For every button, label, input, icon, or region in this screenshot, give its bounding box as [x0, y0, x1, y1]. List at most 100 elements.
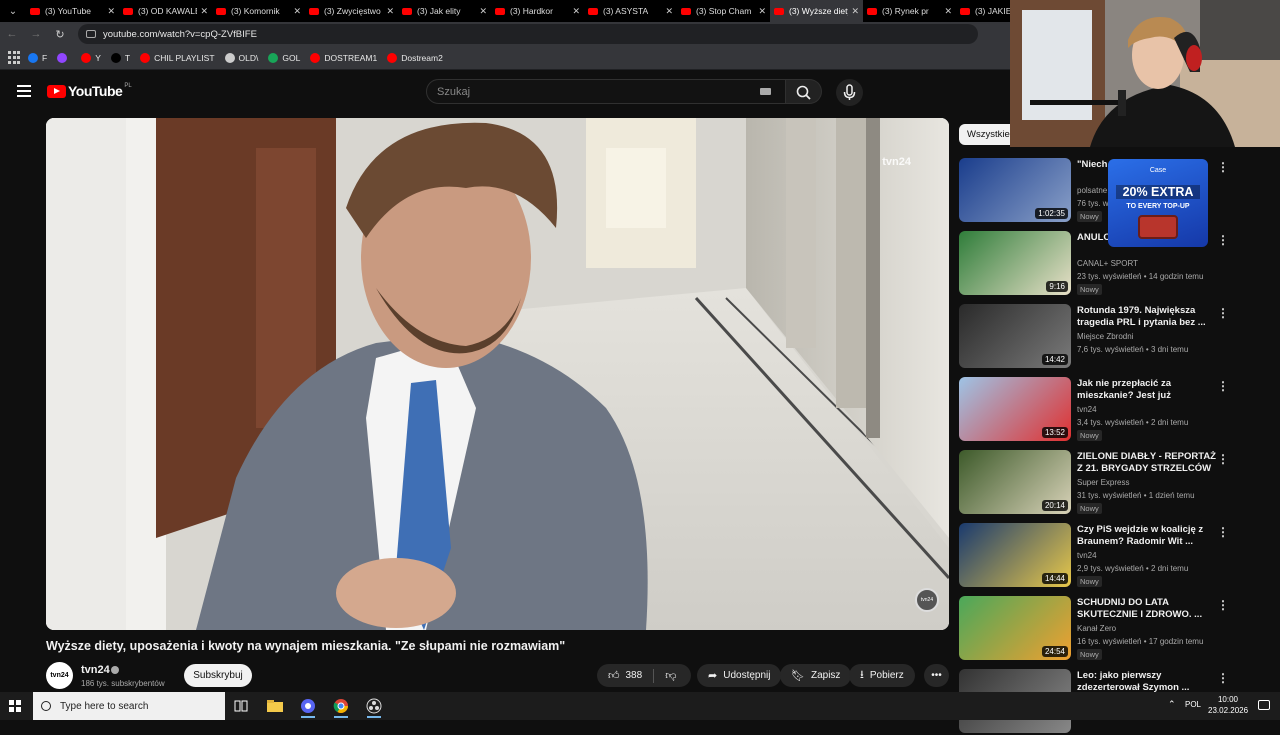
- back-arrow-icon[interactable]: ←: [0, 28, 24, 40]
- share-button[interactable]: ➦ Udostępnij: [697, 664, 782, 687]
- like-button[interactable]: 👍︎ 388: [597, 664, 653, 687]
- browser-tab[interactable]: (3) OD KAWALERA✕: [119, 0, 212, 22]
- file-explorer-icon[interactable]: [264, 696, 286, 716]
- bookmark-item[interactable]: CHIL PLAYLIST: [140, 52, 215, 63]
- video-thumbnail[interactable]: 1:02:35: [959, 158, 1071, 222]
- browser-tab[interactable]: (3) Jak elity ✕: [398, 0, 491, 22]
- menu-hamburger-icon[interactable]: [17, 85, 31, 97]
- close-tab-icon[interactable]: ✕: [665, 6, 673, 17]
- bookmark-item[interactable]: Y: [81, 52, 101, 63]
- input-language[interactable]: POL: [1185, 700, 1201, 709]
- taskbar-search[interactable]: Type here to search: [33, 692, 225, 720]
- bookmark-item[interactable]: F: [28, 52, 47, 63]
- more-vertical-icon[interactable]: ⋮: [1217, 525, 1229, 539]
- more-actions-button[interactable]: •••: [924, 664, 949, 687]
- video-thumbnail[interactable]: 13:52: [959, 377, 1071, 441]
- recommended-video-title[interactable]: ZIELONE DIABŁY - REPORTAŻ Z 21. BRYGADY …: [1077, 451, 1217, 475]
- recommended-video-title[interactable]: Leo: jako pierwszy zdezerterował Szymon …: [1077, 670, 1217, 694]
- reload-icon[interactable]: ↻: [48, 28, 72, 41]
- recommended-channel-name[interactable]: Super Express: [1077, 478, 1129, 487]
- bookmark-item[interactable]: [57, 52, 71, 63]
- dislike-button[interactable]: 👎︎: [654, 664, 687, 687]
- recommended-channel-name[interactable]: Miejsce Zbrodni: [1077, 332, 1133, 341]
- bookmark-item[interactable]: Dostream2: [387, 52, 443, 63]
- streaming-app-icon[interactable]: [297, 696, 319, 718]
- close-tab-icon[interactable]: ✕: [572, 6, 580, 17]
- video-thumbnail[interactable]: 14:42: [959, 304, 1071, 368]
- recommended-channel-name[interactable]: tvn24: [1077, 551, 1097, 560]
- site-info-icon[interactable]: [86, 30, 96, 38]
- video-player[interactable]: tvn24 tvn24: [46, 118, 949, 630]
- browser-tab[interactable]: (3) Zwycięstwo ✕: [305, 0, 398, 22]
- recommended-channel-name[interactable]: tvn24: [1077, 405, 1097, 414]
- system-clock[interactable]: 10:00 23.02.2026: [1208, 694, 1248, 716]
- forward-arrow-icon[interactable]: →: [24, 28, 48, 40]
- browser-tab[interactable]: (3) Stop Cham ✕: [677, 0, 770, 22]
- recommended-video[interactable]: 14:42 Rotunda 1979. Największa tragedia P…: [959, 304, 1229, 370]
- tray-chevron-up-icon[interactable]: ⌃: [1168, 699, 1176, 710]
- recommended-video-title[interactable]: Czy PiS wejdzie w koalicję z Braunem? Ra…: [1077, 524, 1217, 548]
- more-vertical-icon[interactable]: ⋮: [1217, 379, 1229, 393]
- video-thumbnail[interactable]: 24:54: [959, 596, 1071, 660]
- task-view-icon[interactable]: [230, 696, 252, 716]
- bookmark-item[interactable]: DOSTREAM1: [310, 52, 377, 63]
- channel-watermark-logo[interactable]: tvn24: [915, 588, 939, 612]
- address-bar[interactable]: youtube.com/watch?v=cpQ-ZVfBIFE: [78, 24, 978, 44]
- more-vertical-icon[interactable]: ⋮: [1217, 671, 1229, 685]
- close-tab-icon[interactable]: ✕: [200, 6, 208, 17]
- recommended-video[interactable]: 24:54 SCHUDNIJ DO LATA SKUTECZNIE I ZDROW…: [959, 596, 1229, 662]
- browser-tab[interactable]: (3) YouTube ✕: [26, 0, 119, 22]
- recommended-channel-name[interactable]: polsatne: [1077, 186, 1107, 195]
- recommended-video[interactable]: 13:52 Jak nie przepłacić za mieszkanie? J…: [959, 377, 1229, 443]
- save-button[interactable]: 🔖︎ Zapisz: [780, 664, 852, 687]
- youtube-logo[interactable]: YouTube PL: [47, 83, 132, 99]
- notification-center-icon[interactable]: [1258, 700, 1270, 710]
- apps-grid-icon[interactable]: [8, 50, 22, 65]
- search-box[interactable]: [426, 79, 786, 104]
- download-button[interactable]: ⭳ Pobierz: [849, 664, 915, 687]
- recommended-video-title[interactable]: Jak nie przepłacić za mieszkanie? Jest j…: [1077, 378, 1217, 402]
- browser-tab[interactable]: (3) Komornik ✕: [212, 0, 305, 22]
- tab-search-chevron-icon[interactable]: ⌄: [0, 0, 26, 22]
- recommended-video-title[interactable]: SCHUDNIJ DO LATA SKUTECZNIE I ZDROWO. ..…: [1077, 597, 1217, 621]
- browser-tab[interactable]: (3) ASYSTA ✕: [584, 0, 677, 22]
- close-tab-icon[interactable]: ✕: [386, 6, 394, 17]
- close-tab-icon[interactable]: ✕: [107, 6, 115, 17]
- recommended-channel-name[interactable]: CANAL+ SPORT: [1077, 259, 1138, 268]
- more-vertical-icon[interactable]: ⋮: [1217, 160, 1229, 174]
- search-button[interactable]: [786, 79, 822, 104]
- video-thumbnail[interactable]: 14:44: [959, 523, 1071, 587]
- windows-start-icon[interactable]: [9, 700, 21, 712]
- chip-all[interactable]: Wszystkie: [959, 124, 1018, 145]
- close-tab-icon[interactable]: ✕: [293, 6, 301, 17]
- channel-avatar[interactable]: tvn24: [46, 662, 73, 689]
- recommended-channel-name[interactable]: Kanał Zero: [1077, 624, 1116, 633]
- voice-search-button[interactable]: [836, 79, 863, 106]
- chrome-icon[interactable]: [330, 696, 352, 718]
- browser-tab[interactable]: (3) Rynek pr ✕: [863, 0, 956, 22]
- bookmark-item[interactable]: GOL: [268, 52, 300, 63]
- close-tab-icon[interactable]: ✕: [944, 6, 952, 17]
- recommended-video-title[interactable]: Rotunda 1979. Największa tragedia PRL i …: [1077, 305, 1217, 329]
- video-thumbnail[interactable]: 20:14: [959, 450, 1071, 514]
- more-vertical-icon[interactable]: ⋮: [1217, 452, 1229, 466]
- obs-icon[interactable]: [363, 696, 385, 718]
- close-tab-icon[interactable]: ✕: [851, 6, 859, 17]
- promo-ad-overlay[interactable]: Case 20% EXTRA TO EVERY TOP-UP: [1108, 159, 1208, 247]
- subscribe-button[interactable]: Subskrybuj: [184, 664, 252, 687]
- recommended-video[interactable]: 14:44 Czy PiS wejdzie w koalicję z Braune…: [959, 523, 1229, 589]
- browser-tab[interactable]: (3) Hardkor ✕: [491, 0, 584, 22]
- bookmark-item[interactable]: T: [110, 52, 130, 63]
- more-vertical-icon[interactable]: ⋮: [1217, 233, 1229, 247]
- more-vertical-icon[interactable]: ⋮: [1217, 306, 1229, 320]
- close-tab-icon[interactable]: ✕: [479, 6, 487, 17]
- video-thumbnail[interactable]: 9:16: [959, 231, 1071, 295]
- bookmark-item[interactable]: OLD\: [224, 52, 258, 63]
- recommended-video[interactable]: 20:14 ZIELONE DIABŁY - REPORTAŻ Z 21. BRY…: [959, 450, 1229, 516]
- more-vertical-icon[interactable]: ⋮: [1217, 598, 1229, 612]
- channel-name[interactable]: tvn24: [81, 664, 110, 676]
- close-tab-icon[interactable]: ✕: [758, 6, 766, 17]
- browser-tab[interactable]: (3) Wyższe diety ✕: [770, 0, 863, 22]
- keyboard-icon[interactable]: [760, 88, 771, 95]
- search-input[interactable]: [437, 85, 757, 98]
